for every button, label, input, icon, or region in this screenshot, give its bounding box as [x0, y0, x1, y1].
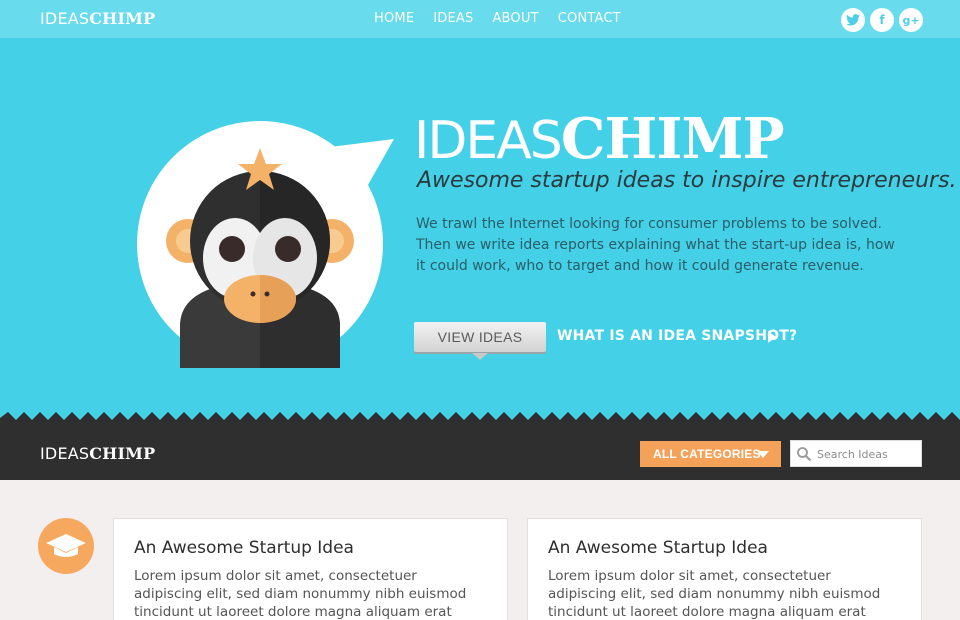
ideas-content: An Awesome Startup Idea Lorem ipsum dolo…: [0, 480, 960, 620]
social-links: f g+: [841, 8, 923, 32]
hero-title-thin: IDEAS: [414, 111, 563, 171]
search-icon: [797, 447, 812, 462]
idea-card-excerpt: Lorem ipsum dolor sit amet, consectetuer…: [134, 568, 467, 620]
nav-ideas[interactable]: IDEAS: [433, 11, 473, 26]
chimp-mascot-icon: [166, 148, 354, 368]
button-pointer: [472, 353, 488, 360]
caret-down-icon: [757, 451, 769, 458]
search-input[interactable]: [817, 445, 917, 463]
logo-text-thin: IDEAS: [40, 9, 90, 28]
play-arrow-icon: [768, 331, 776, 343]
filter-bar-logo[interactable]: IDEASCHIMP: [40, 444, 155, 463]
google-plus-icon[interactable]: g+: [899, 8, 923, 32]
idea-snapshot-link[interactable]: WHAT IS AN IDEA SNAPSHOT?: [557, 328, 797, 344]
search-box: [790, 440, 922, 467]
idea-card-title[interactable]: An Awesome Startup Idea: [134, 538, 354, 558]
all-categories-dropdown[interactable]: ALL CATEGORIES: [640, 441, 781, 467]
idea-card-title[interactable]: An Awesome Startup Idea: [548, 538, 768, 558]
nav-about[interactable]: ABOUT: [492, 11, 538, 26]
facebook-glyph: f: [879, 13, 885, 27]
twitter-bird-glyph: [846, 14, 860, 26]
category-badge: [38, 518, 94, 574]
main-nav: HOME IDEAS ABOUT CONTACT: [374, 11, 621, 26]
view-ideas-button[interactable]: VIEW IDEAS: [414, 322, 546, 352]
twitter-icon[interactable]: [841, 8, 865, 32]
hero-description: We trawl the Internet looking for consum…: [416, 216, 895, 274]
filter-bar: IDEASCHIMP ALL CATEGORIES: [0, 424, 960, 480]
hero-title-bold: CHIMP: [560, 106, 785, 172]
logo-text-bold: CHIMP: [89, 9, 156, 28]
hero-section: IDEASCHIMP Awesome startup ideas to insp…: [0, 38, 960, 428]
google-plus-glyph: g+: [902, 13, 920, 27]
idea-card[interactable]: An Awesome Startup Idea Lorem ipsum dolo…: [113, 518, 508, 620]
logo-text-bold: CHIMP: [89, 444, 156, 463]
logo-text-thin: IDEAS: [40, 444, 90, 463]
idea-card-excerpt: Lorem ipsum dolor sit amet, consectetuer…: [548, 568, 881, 620]
facebook-icon[interactable]: f: [870, 8, 894, 32]
idea-card[interactable]: An Awesome Startup Idea Lorem ipsum dolo…: [527, 518, 922, 620]
hero-tagline: Awesome startup ideas to inspire entrepr…: [417, 168, 957, 193]
hero-title: IDEASCHIMP: [414, 106, 785, 172]
site-logo[interactable]: IDEASCHIMP: [40, 9, 155, 28]
nav-contact[interactable]: CONTACT: [558, 11, 621, 26]
top-navbar: IDEASCHIMP HOME IDEAS ABOUT CONTACT f g+: [0, 0, 960, 38]
categories-label: ALL CATEGORIES: [653, 447, 761, 461]
graduation-cap-icon: [46, 534, 86, 557]
nav-home[interactable]: HOME: [374, 11, 414, 26]
